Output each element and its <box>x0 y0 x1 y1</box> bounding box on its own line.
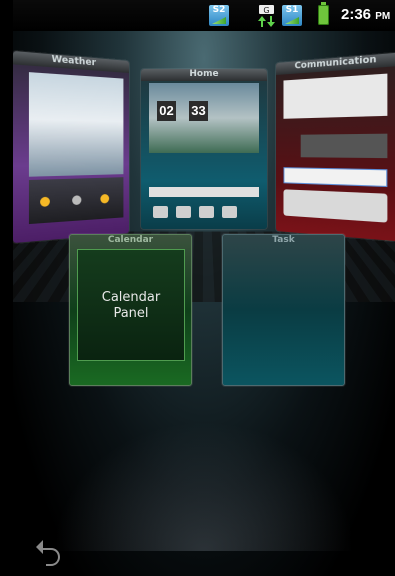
battery-icon <box>318 2 329 25</box>
status-bar: S2 G S1 2:36 PM <box>13 0 395 31</box>
cloud-icon <box>72 195 82 206</box>
home-search-bar <box>149 187 259 197</box>
panel-communication[interactable]: Communication <box>276 52 395 242</box>
clock-minute: 33 <box>189 101 208 121</box>
message-widget <box>283 189 388 223</box>
sim2-label: S1 <box>285 5 299 15</box>
search-widget <box>283 167 388 188</box>
panel-task-title: Task <box>272 235 295 245</box>
sun-icon <box>100 193 110 204</box>
sim2-signal-icon: S1 <box>282 5 302 26</box>
panel-home[interactable]: Home 02 33 <box>141 69 267 229</box>
calendar-panel-label: Calendar Panel <box>78 290 184 322</box>
calendar-label-line1: Calendar <box>101 290 161 305</box>
panel-calendar[interactable]: Calendar Calendar Panel <box>69 234 192 386</box>
app-icon <box>222 206 237 218</box>
clock-time: 2:36 <box>341 6 372 23</box>
panel-weather-title: Weather <box>13 50 130 73</box>
panel-weather[interactable]: Weather <box>13 50 130 244</box>
data-transfer-icon: G <box>258 5 275 27</box>
home-clock-widget: 02 33 <box>149 83 259 153</box>
panel-calendar-title: Calendar <box>107 235 154 245</box>
contact-row <box>300 133 388 159</box>
status-clock: 2:36 PM <box>341 6 390 23</box>
panel-communication-title: Communication <box>276 52 395 75</box>
sim1-label: S2 <box>212 5 226 15</box>
contact-card <box>283 73 388 119</box>
calendar-panel-body: Calendar Panel <box>77 249 185 361</box>
panel-home-title: Home <box>141 69 267 81</box>
weather-widget <box>28 72 124 177</box>
weather-forecast-strip <box>28 177 124 225</box>
clock-hour: 02 <box>157 101 176 121</box>
app-icon <box>153 206 168 218</box>
calendar-label-line2: Panel <box>113 306 149 321</box>
panel-stage: Weather Home 02 33 Communication Calenda… <box>13 31 395 576</box>
clock-ampm: PM <box>375 11 391 22</box>
app-icon <box>199 206 214 218</box>
back-icon[interactable] <box>34 536 64 566</box>
sun-icon <box>40 196 50 207</box>
floor-glow <box>53 421 355 551</box>
panel-task[interactable]: Task <box>222 234 345 386</box>
home-dock <box>149 203 259 218</box>
app-icon <box>176 206 191 218</box>
data-label: G <box>263 6 269 15</box>
sim-signal-icon: S2 <box>209 5 229 26</box>
